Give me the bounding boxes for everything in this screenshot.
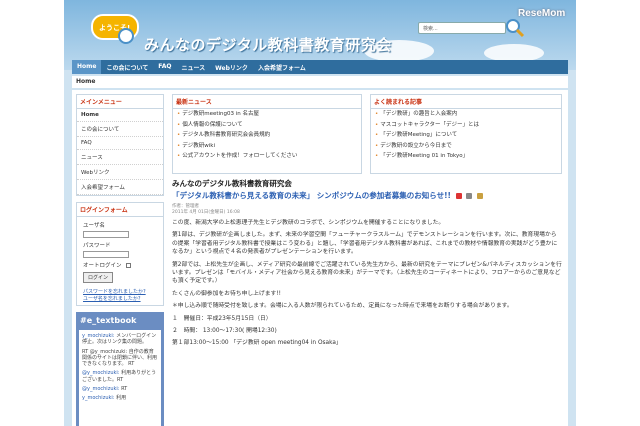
popular-item[interactable]: • マスコットキャラクター「デジー」とは	[371, 120, 561, 131]
news-item[interactable]: • デジ教研wiki	[173, 141, 361, 152]
search-icon[interactable]	[505, 18, 525, 38]
article-org: みんなのデジタル教科書教育研究会	[172, 179, 292, 188]
password-field[interactable]	[83, 251, 129, 258]
tweet: y_mochizuki: 利用	[82, 395, 127, 402]
popular-item[interactable]: • 「デジ教研」の趣旨と入会案内	[371, 109, 561, 120]
article-date: 2011年 4月 01日(金曜日) 16:08	[172, 210, 240, 215]
menu-item-faq[interactable]: FAQ	[77, 137, 163, 150]
autologin-row: オートログイン	[77, 260, 163, 270]
pdf-icon[interactable]	[455, 192, 462, 199]
tweet: @y_mochizuki: RT	[82, 386, 128, 393]
news-item[interactable]: • 個人情報の保護について	[173, 120, 361, 131]
mascot-icon	[118, 28, 134, 44]
news-item[interactable]: • デジタル教科書教育研究会会員規約	[173, 130, 361, 141]
print-icon[interactable]	[466, 192, 473, 199]
article-title: 「デジタル教科書から見える教育の未来」 シンポジウムの参加者募集のお知らせ!!	[172, 190, 562, 201]
menu-item-about[interactable]: この会について	[77, 122, 163, 137]
nav-item-home[interactable]: Home	[72, 60, 102, 74]
article-paragraph: 第2部では、上松先生が企画し、メディア研究の最前線でご活躍されている先生方から、…	[172, 261, 562, 285]
username-field[interactable]	[83, 231, 129, 238]
popular-item[interactable]: • デジ教研の設立から今日まで	[371, 141, 561, 152]
forgot-username-link[interactable]: ユーザ名を忘れましたか?	[77, 295, 163, 302]
main-menu-title: メインメニュー	[77, 95, 163, 109]
breadcrumb: Home	[72, 76, 568, 88]
login-form-title: ログインフォーム	[77, 203, 163, 217]
news-item[interactable]: • デジ教研meeting03 in 名古屋	[173, 109, 361, 120]
resemom-watermark: ReseMom	[518, 8, 566, 19]
article-paragraph: この度、新潟大学の上松恵理子先生とデジ教研のコラボで、シンポジウムを開催すること…	[172, 220, 445, 226]
news-item[interactable]: • 公式アカウントを作成！フォローしてください	[173, 151, 361, 162]
autologin-label: オートログイン	[83, 263, 122, 269]
password-label: パスワード	[83, 243, 111, 249]
nav-item-faq[interactable]: FAQ	[153, 60, 176, 74]
popular-articles-title: よく読まれる記事	[371, 95, 561, 109]
twitter-widget: #e_textbook y_mochizuki: メンバーログイン停止。次はリン…	[76, 312, 164, 426]
nav-item-news[interactable]: ニュース	[176, 60, 210, 74]
twitter-widget-title: #e_textbook	[80, 316, 137, 325]
autologin-checkbox[interactable]	[126, 263, 132, 268]
nav-item-about[interactable]: この会について	[101, 60, 153, 74]
username-label: ユーザ名	[83, 223, 105, 229]
tweet: y_mochizuki: メンバーログイン停止。次はリンク集の問題。	[82, 333, 157, 346]
login-button[interactable]: ログイン	[83, 272, 114, 283]
content-area: メインメニュー Home この会について FAQ ニュース Webリンク 入会希…	[72, 90, 568, 426]
email-icon[interactable]	[476, 192, 483, 199]
popular-articles-box: よく読まれる記事 • 「デジ教研」の趣旨と入会案内 • マスコットキャラクター「デジ…	[370, 94, 562, 174]
popular-item[interactable]: • 「デジ教研Meeting 01 in Tokyo」	[371, 151, 561, 162]
article-paragraph: ＊申し込み順で随時受付を致します。会場に入る人数が限られているため、定員になった…	[172, 303, 513, 310]
menu-item-weblink[interactable]: Webリンク	[77, 165, 163, 180]
main-menu: メインメニュー Home この会について FAQ ニュース Webリンク 入会希…	[76, 94, 164, 196]
login-form: ログインフォーム ユーザ名 パスワード オートログイン ログイン パスワードを忘…	[76, 202, 164, 306]
forgot-password-link[interactable]: パスワードを忘れましたか?	[77, 288, 163, 295]
tweet-list: y_mochizuki: メンバーログイン停止。次はリンク集の問題。 RT @y…	[79, 330, 161, 426]
article-paragraph: ２ 時間： 13:00〜17:30( 開場12:30)	[172, 328, 277, 335]
page: ようこそ! みんなのデジタル教科書教育研究会 検索... Home この会につい…	[64, 0, 576, 426]
tweet: RT @y_mochizuki: 自作の教育関係のサイトは閉鎖に伴い、利用できな…	[82, 348, 158, 368]
main-nav: Home この会について FAQ ニュース Webリンク 入会希望フォーム	[72, 60, 568, 74]
article-body: この度、新潟大学の上松恵理子先生とデジ教研のコラボで、シンポジウムを開催すること…	[172, 219, 562, 348]
nav-item-join-form[interactable]: 入会希望フォーム	[253, 60, 311, 74]
search-input[interactable]: 検索...	[418, 22, 506, 34]
tweet: @y_mochizuki: 利用ありがとうございました。RT	[82, 370, 157, 383]
article-title-text[interactable]: 「デジタル教科書から見える教育の未来」 シンポジウムの参加者募集のお知らせ!!	[172, 191, 451, 200]
article-paragraph: １ 開催日：平成23年5月15日（日）	[172, 315, 272, 322]
menu-item-news[interactable]: ニュース	[77, 150, 163, 165]
latest-news-box: 最新ニュース • デジ教研meeting03 in 名古屋 • 個人情報の保護につい…	[172, 94, 362, 174]
article-paragraph: 第１部13:00〜15:00 「デジ教研 open meeting04 in O…	[172, 340, 342, 347]
sidebar: メインメニュー Home この会について FAQ ニュース Webリンク 入会希…	[76, 94, 164, 426]
article-paragraph: 第1部は、デジ教研が企画しました。まず、未来の学習空間「フューチャークラスルーム…	[172, 232, 558, 256]
article: みんなのデジタル教科書教育研究会 「デジタル教科書から見える教育の未来」 シンポ…	[172, 178, 562, 352]
latest-news-title: 最新ニュース	[173, 95, 361, 109]
site-title[interactable]: みんなのデジタル教科書教育研究会	[144, 34, 392, 55]
menu-item-home[interactable]: Home	[77, 109, 163, 122]
article-paragraph: たくさんの御参加をお待ち申し上げます!!	[172, 290, 281, 297]
article-meta: 作者：管理者 2011年 4月 01日(金曜日) 16:08	[172, 204, 562, 216]
article-tools	[454, 192, 483, 201]
nav-item-weblink[interactable]: Webリンク	[210, 60, 253, 74]
popular-item[interactable]: • 「デジ教研Meeting」について	[371, 130, 561, 141]
menu-item-join-form[interactable]: 入会希望フォーム	[77, 180, 163, 195]
